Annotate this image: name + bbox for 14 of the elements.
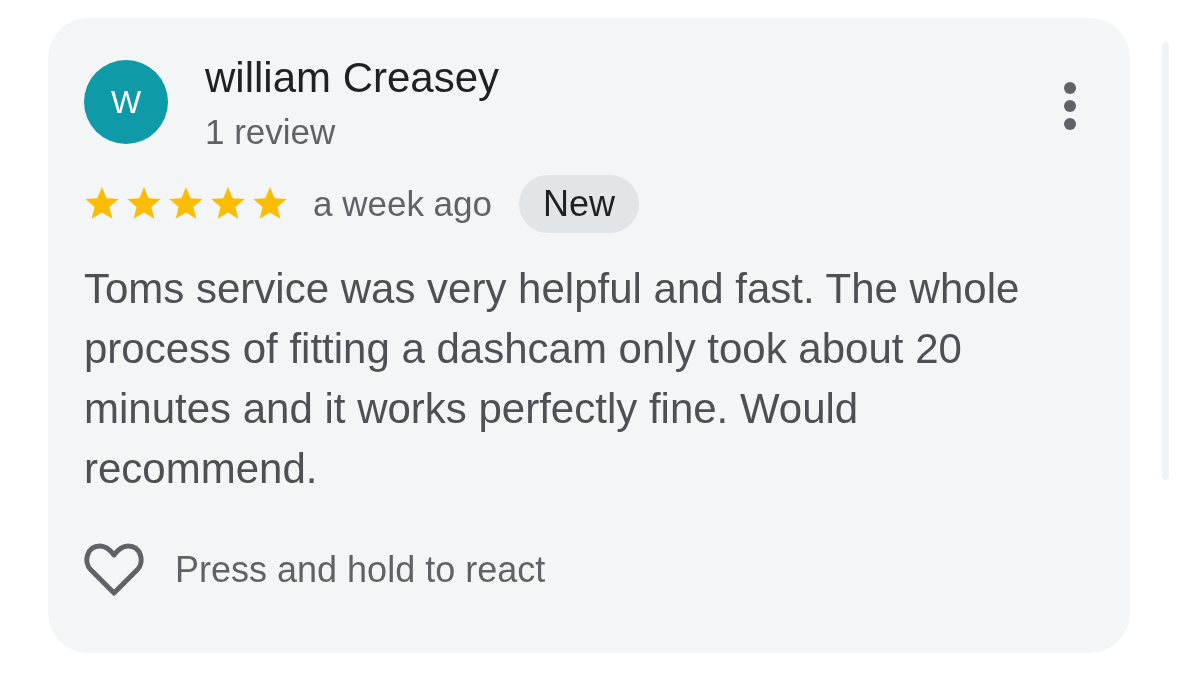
review-text: Toms service was very helpful and fast. The whole process of fitting a dashcam only took about 20 minutes and it works perfectly fine. Would recommend. (84, 264, 1021, 494)
new-tag: New (519, 175, 640, 233)
review-count: 1 review (205, 112, 337, 152)
heart-icon[interactable] (84, 542, 144, 598)
star-icon (252, 187, 288, 221)
reviewer-name[interactable]: william Creasey (205, 54, 500, 102)
star-icon (84, 187, 120, 221)
review-date: a week ago (313, 184, 493, 224)
three-dots-icon (1064, 82, 1076, 130)
react-hint: Press and hold to react (175, 549, 546, 591)
star-icon (168, 187, 204, 221)
star-icon (210, 187, 246, 221)
avatar-initial: W (84, 60, 168, 144)
star-icon (126, 187, 162, 221)
